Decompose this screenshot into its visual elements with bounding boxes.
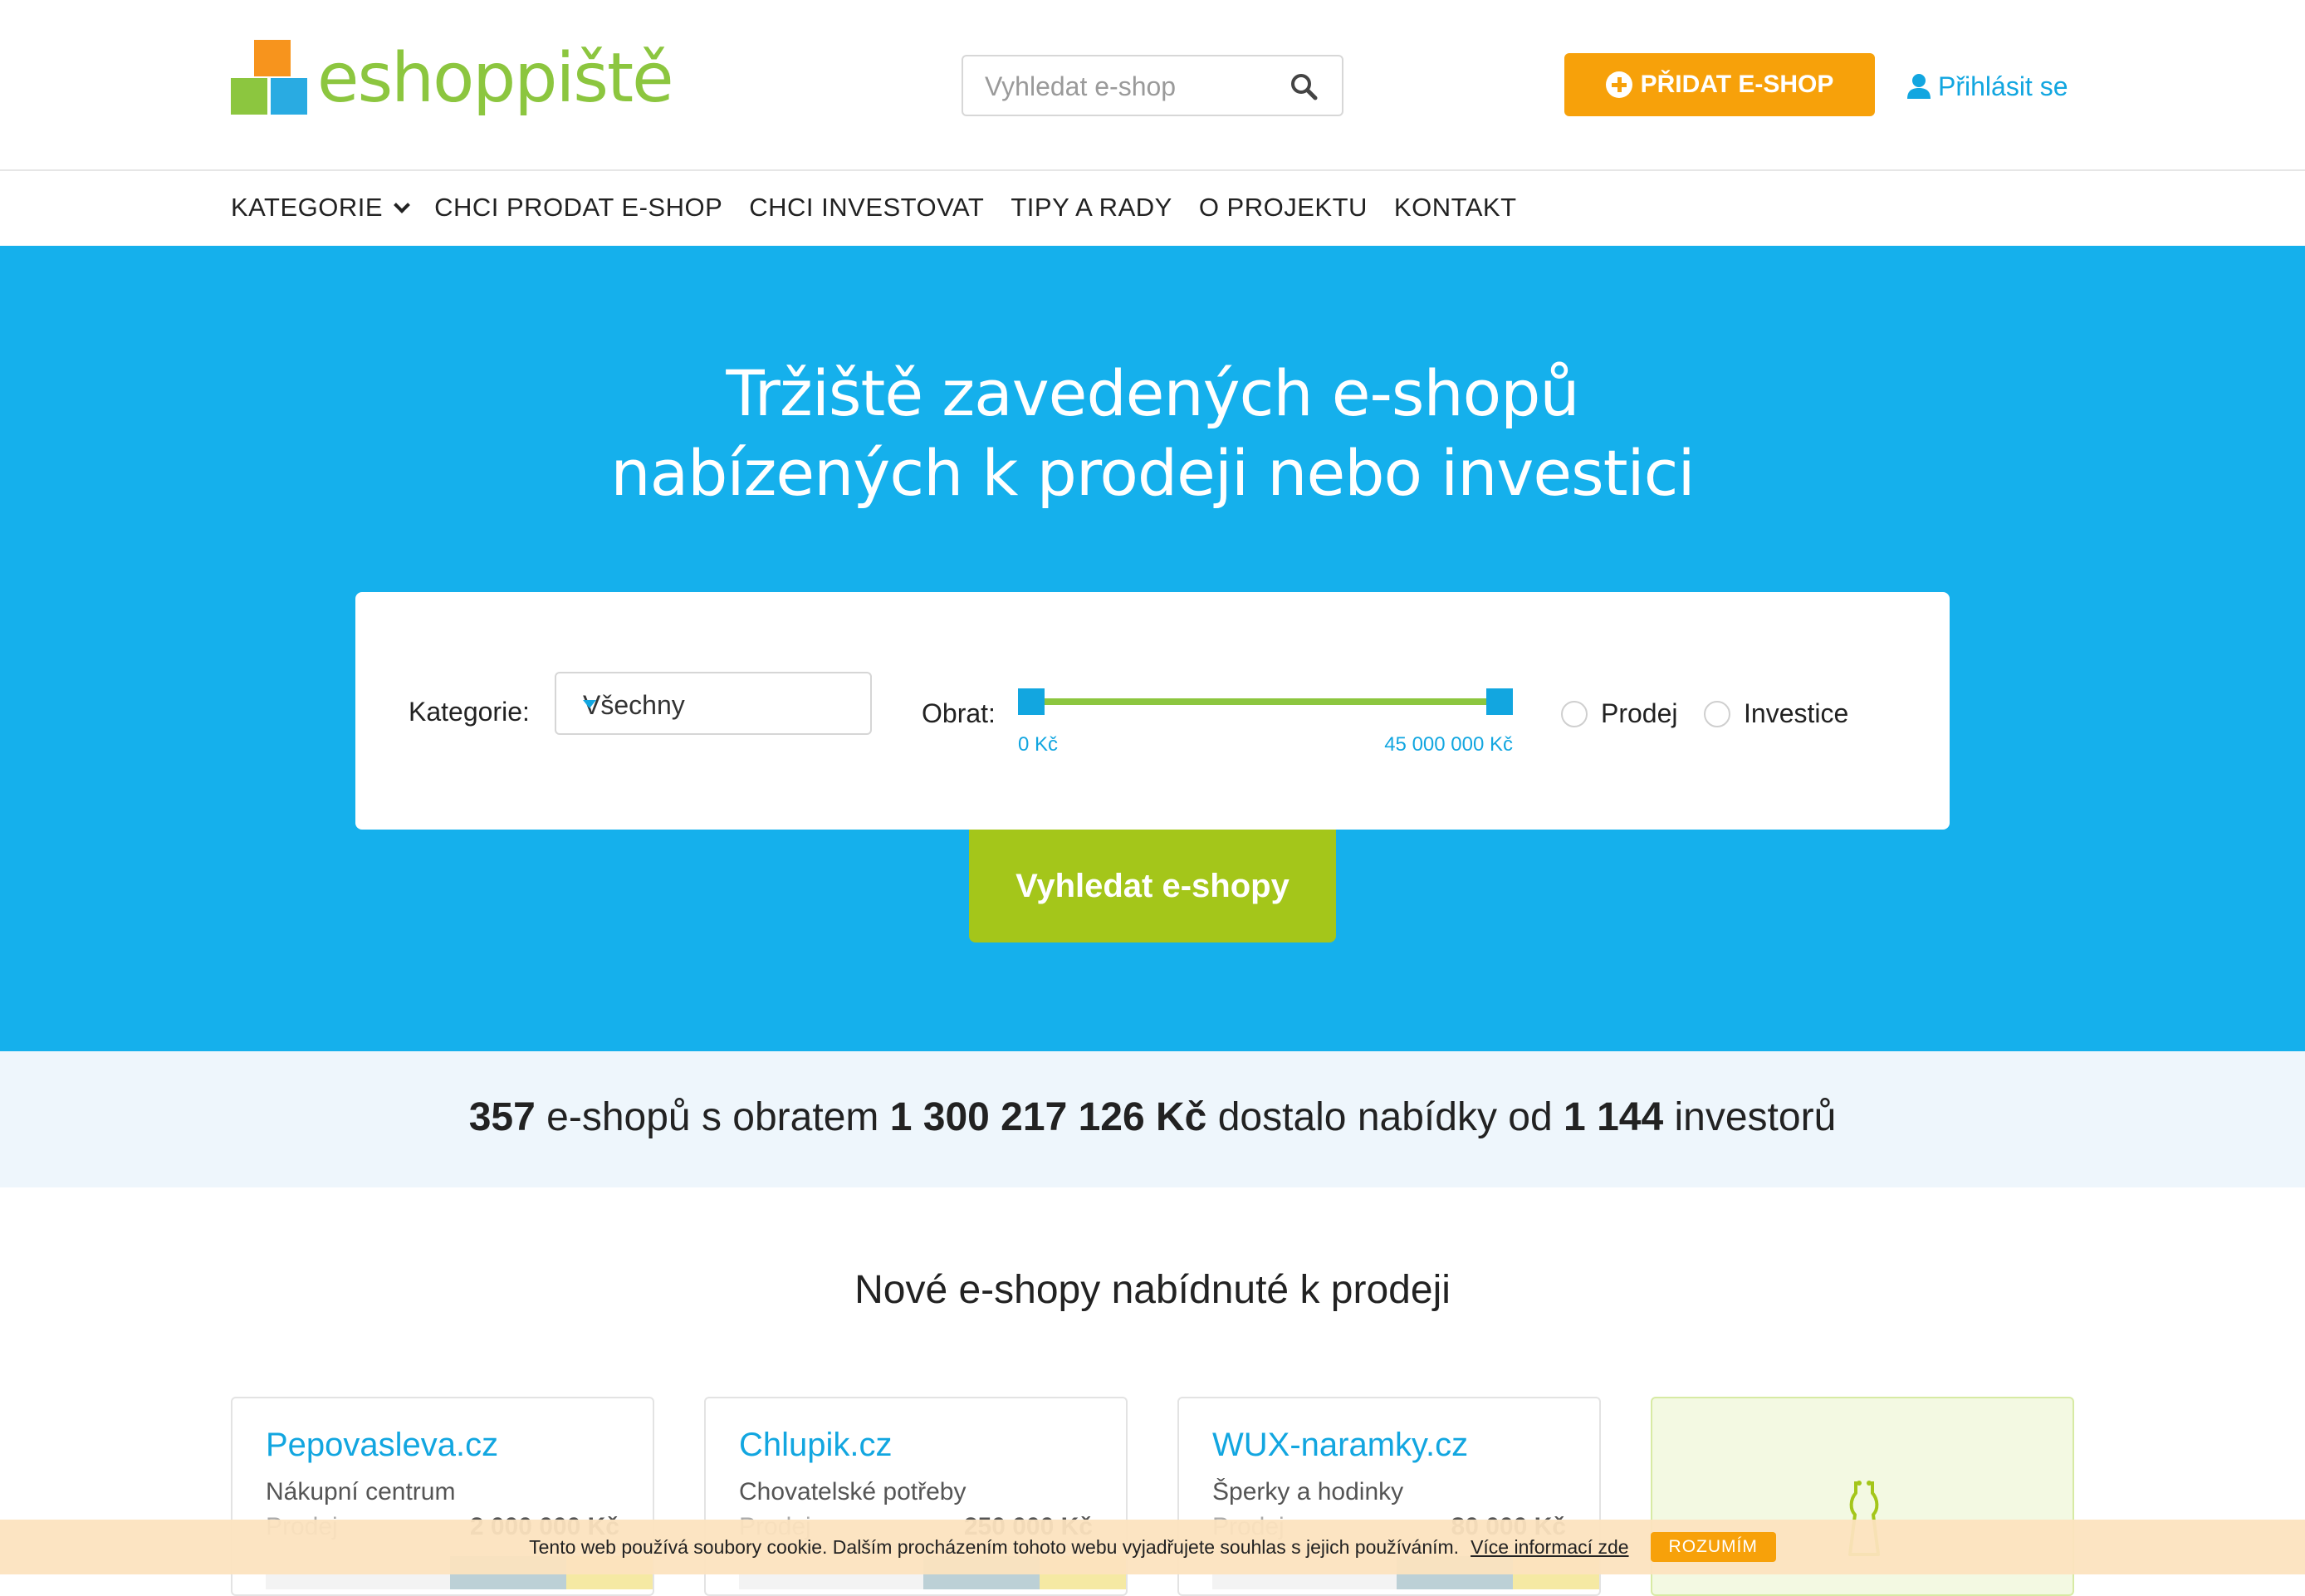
nav-item-kontakt[interactable]: KONTAKT — [1394, 193, 1517, 223]
login-link[interactable]: Přihlásit se — [1906, 68, 2068, 105]
stats-turnover: 1 300 217 126 Kč — [889, 1095, 1207, 1139]
hero-title: Tržiště zavedených e-shopů nabízených k p… — [0, 354, 2305, 513]
eshop-card-name[interactable]: WUX-naramky.cz — [1212, 1427, 1468, 1464]
eshop-card-category: Chovatelské potřeby — [739, 1478, 967, 1505]
nav-item-label: CHCI INVESTOVAT — [749, 193, 985, 222]
radio-prodej-label: Prodej — [1601, 698, 1678, 728]
cookie-more-link[interactable]: Více informací zde — [1471, 1536, 1628, 1559]
turnover-range-slider[interactable] — [1018, 687, 1513, 720]
nav-item-label: CHCI PRODAT E-SHOP — [434, 193, 723, 222]
section-title: Nové e-shopy nabídnuté k prodeji — [854, 1268, 1451, 1312]
cookie-bar: Tento web používá soubory cookie. Dalším… — [0, 1520, 2305, 1574]
search-eshops-label: Vyhledat e-shopy — [1015, 867, 1290, 904]
stats-investors-count: 1 144 — [1564, 1095, 1664, 1139]
category-select[interactable]: Všechny — [555, 672, 872, 735]
logo-text-b: piště — [514, 39, 673, 118]
eshop-card-category: Nákupní centrum — [266, 1478, 456, 1505]
main-nav: KATEGORIE CHCI PRODAT E-SHOP CHCI INVEST… — [0, 173, 2305, 246]
caret-down-icon — [583, 700, 596, 708]
logo-square-green — [231, 78, 267, 115]
nav-item-label: KATEGORIE — [231, 193, 384, 222]
slider-track — [1031, 698, 1501, 705]
login-label: Přihlásit se — [1938, 71, 2068, 101]
radio-circle[interactable] — [1561, 700, 1588, 727]
nav-item-o-projektu[interactable]: O PROJEKTU — [1199, 193, 1368, 223]
nav-item-chci-prodat[interactable]: CHCI PRODAT E-SHOP — [434, 193, 722, 223]
nav-item-label: KONTAKT — [1393, 193, 1517, 222]
search-input[interactable] — [983, 68, 1282, 105]
cookie-accept-button[interactable]: ROZUMÍM — [1650, 1532, 1776, 1562]
eshop-card-name[interactable]: Chlupik.cz — [739, 1427, 893, 1464]
nav-item-kategorie[interactable]: KATEGORIE — [231, 193, 410, 223]
site-logo[interactable]: eshoppiště — [231, 38, 674, 138]
eshop-card-category: Šperky a hodinky — [1212, 1478, 1404, 1505]
radio-investice[interactable]: Investice — [1704, 698, 1848, 729]
search-filter-panel: Kategorie: Všechny Obrat: 0 Kč 45 000 00… — [355, 592, 1950, 830]
search-icon[interactable] — [1289, 71, 1319, 101]
nav-item-label: O PROJEKTU — [1198, 193, 1368, 222]
hero-title-line2: nabízených k prodeji nebo investici — [610, 436, 1695, 510]
eshop-card-name[interactable]: Pepovasleva.cz — [266, 1427, 498, 1464]
hero-section: Tržiště zavedených e-shopů nabízených k p… — [0, 246, 2305, 1051]
turnover-label: Obrat: — [922, 698, 996, 728]
nav-item-label: TIPY A RADY — [1011, 193, 1172, 222]
logo-square-blue — [271, 78, 307, 115]
logo-text-a: eshop — [317, 39, 516, 118]
slider-max-handle[interactable] — [1486, 688, 1513, 715]
stats-text-2: dostalo nabídky od — [1217, 1095, 1553, 1139]
stats-bar: 357 e-shopů s obratem 1 300 217 126 Kč d… — [0, 1051, 2305, 1187]
add-eshop-label: PŘIDAT E-SHOP — [1640, 71, 1834, 98]
turnover-min-value: 0 Kč — [1018, 733, 1059, 756]
stats-text: 357 e-shopů s obratem 1 300 217 126 Kč d… — [0, 1094, 2305, 1140]
category-select-value: Všechny — [583, 690, 685, 720]
slider-min-handle[interactable] — [1018, 688, 1045, 715]
site-header: eshoppiště PŘIDAT E-SHOP Přihlásit se — [0, 0, 2305, 171]
nav-item-tipy-a-rady[interactable]: TIPY A RADY — [1011, 193, 1172, 223]
add-eshop-button[interactable]: PŘIDAT E-SHOP — [1564, 53, 1875, 116]
stats-shops-count: 357 — [468, 1095, 536, 1139]
turnover-max-value: 45 000 000 Kč — [1384, 733, 1513, 756]
chevron-down-icon — [394, 197, 410, 213]
nav-item-chci-investovat[interactable]: CHCI INVESTOVAT — [749, 193, 984, 223]
stats-text-1: e-shopů s obratem — [546, 1095, 879, 1139]
radio-investice-label: Investice — [1744, 698, 1849, 728]
plus-circle-icon — [1605, 71, 1632, 98]
header-search — [962, 55, 1343, 116]
radio-prodej[interactable]: Prodej — [1561, 698, 1678, 729]
stats-text-3: investorů — [1674, 1095, 1837, 1139]
user-icon — [1907, 74, 1931, 99]
logo-wordmark: eshoppiště — [317, 45, 674, 113]
radio-circle[interactable] — [1704, 700, 1730, 727]
cookie-text: Tento web používá soubory cookie. Dalším… — [529, 1535, 1460, 1558]
hero-title-line1: Tržiště zavedených e-shopů — [726, 356, 1579, 430]
category-label: Kategorie: — [409, 697, 530, 727]
logo-square-orange — [254, 40, 291, 76]
search-eshops-button[interactable]: Vyhledat e-shopy — [969, 830, 1336, 942]
